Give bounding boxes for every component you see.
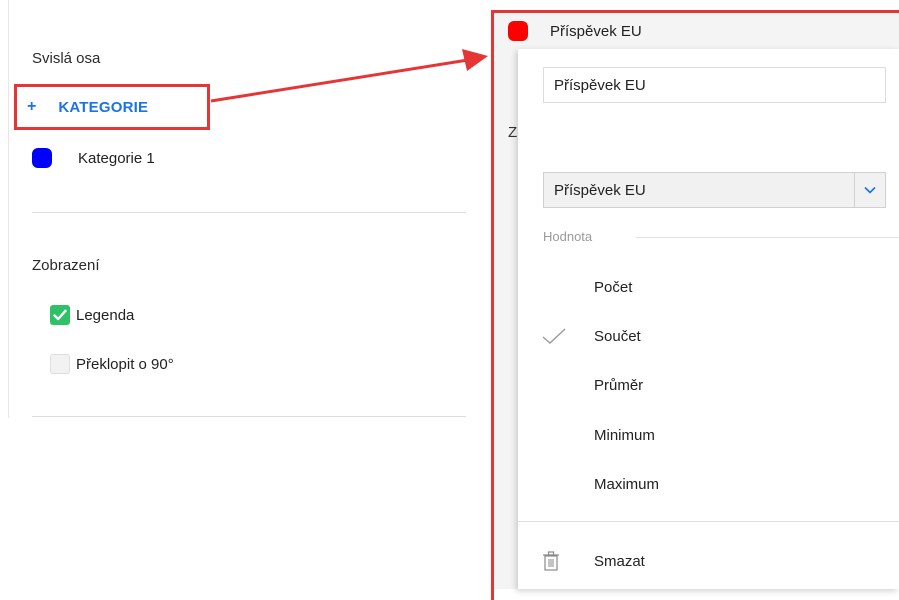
add-category-button[interactable]: + KATEGORIE [14, 84, 210, 130]
highlight-frame [491, 10, 899, 600]
display-section-title: Zobrazení [32, 257, 100, 274]
legend-checkbox[interactable] [50, 305, 70, 325]
section-divider [32, 212, 466, 213]
legend-label: Legenda [76, 306, 135, 324]
add-category-label: KATEGORIE [58, 98, 149, 116]
panel-border [8, 0, 9, 418]
rotate-checkbox-row[interactable]: Překlopit o 90° [50, 354, 174, 374]
category-item[interactable]: Kategorie 1 [32, 148, 155, 168]
section-divider-bottom [32, 416, 466, 417]
category-label: Kategorie 1 [78, 149, 155, 167]
plus-icon: + [27, 98, 37, 115]
chart-settings-panel: Svislá osa + KATEGORIE Kategorie 1 Zobra… [0, 0, 480, 589]
checkmark-icon [53, 309, 67, 321]
rotate-label: Překlopit o 90° [76, 355, 174, 373]
rotate-checkbox[interactable] [50, 354, 70, 374]
legend-checkbox-row[interactable]: Legenda [50, 305, 134, 325]
category-color-swatch[interactable] [32, 148, 52, 168]
vertical-axis-title: Svislá osa [32, 50, 101, 67]
